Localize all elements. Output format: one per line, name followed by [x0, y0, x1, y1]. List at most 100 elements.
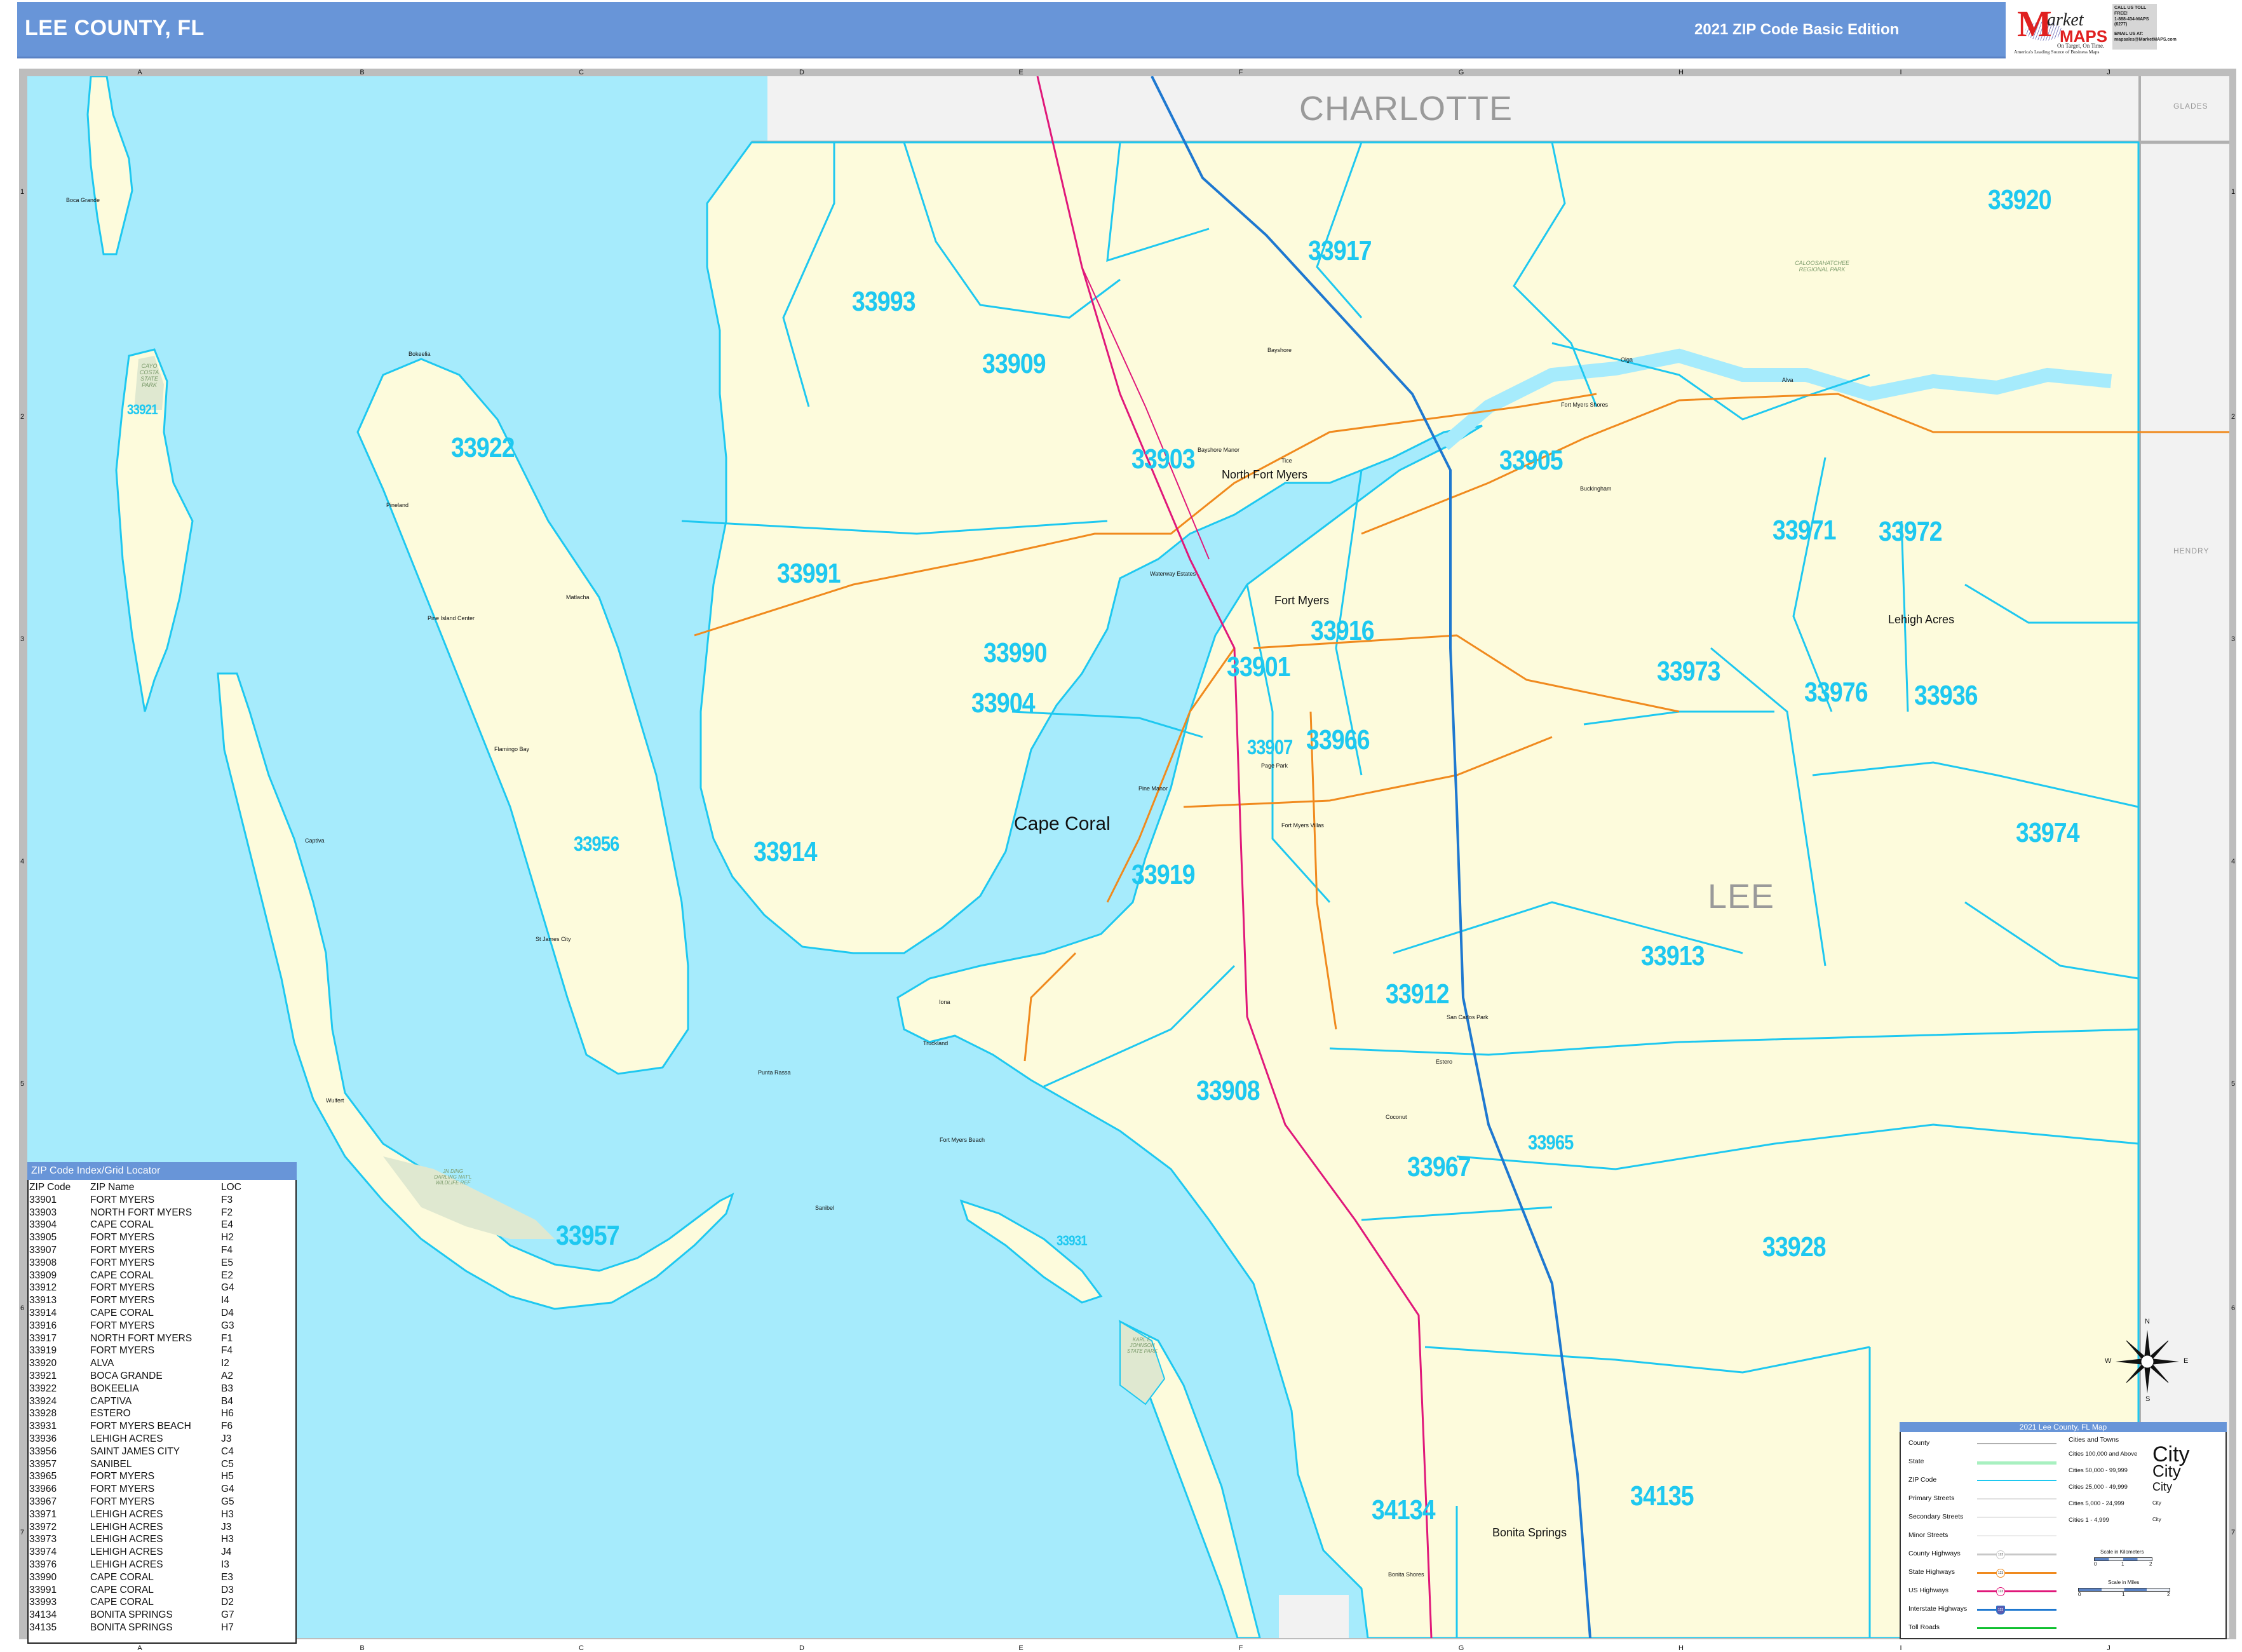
zip-label-33920[interactable]: 33920	[1988, 184, 2052, 216]
legend-label-county-highways: County Highways	[1908, 1550, 1961, 1557]
grid-row-2-left: 2	[20, 413, 25, 421]
zip-loc-cell: A2	[221, 1370, 233, 1381]
zip-code-cell: 33913	[29, 1295, 57, 1306]
legend-city-sample: City	[2152, 1517, 2161, 1522]
zip-label-33908[interactable]: 33908	[1196, 1075, 1260, 1107]
zip-label-33931[interactable]: 33931	[1057, 1233, 1088, 1249]
legend-label-minor-streets: Minor Streets	[1908, 1531, 1948, 1539]
zip-label-33914[interactable]: 33914	[753, 836, 818, 868]
zip-loc-cell: G4	[221, 1484, 234, 1495]
scale-mi-title: Scale in Miles	[2108, 1580, 2140, 1585]
zip-label-33912[interactable]: 33912	[1386, 978, 1450, 1010]
legend-label-toll-roads: Toll Roads	[1908, 1623, 1940, 1631]
contact-email: mapsales@MarketMAPS.com	[2114, 37, 2177, 42]
legend-label-zip-code: ZIP Code	[1908, 1476, 1937, 1484]
hendry-county-area	[2140, 142, 2229, 1638]
zip-loc-cell: G5	[221, 1496, 234, 1507]
zip-label-33993[interactable]: 33993	[852, 286, 916, 318]
zip-label-33904[interactable]: 33904	[971, 687, 1036, 719]
zip-label-33957[interactable]: 33957	[556, 1220, 620, 1252]
zip-label-33976[interactable]: 33976	[1804, 677, 1868, 708]
zip-label-33972[interactable]: 33972	[1879, 516, 1943, 548]
zip-label-33917[interactable]: 33917	[1308, 235, 1372, 267]
scale-mi-0: 0	[2078, 1592, 2081, 1597]
place-label-pine-island-center: Pine Island Center	[428, 615, 475, 621]
zip-name-cell: FORT MYERS	[90, 1282, 155, 1294]
place-label-bokeelia: Bokeelia	[409, 351, 431, 357]
zip-index-row: 33928 ESTERO H6	[29, 1407, 295, 1420]
zip-label-33905[interactable]: 33905	[1499, 445, 1563, 477]
pine-island	[356, 358, 689, 1075]
zip-label-33919[interactable]: 33919	[1131, 859, 1196, 891]
zip-index-table: ZIP Code ZIP Name LOC 33901 FORT MYERS F3 3…	[29, 1181, 295, 1634]
place-label-punta-rassa: Punta Rassa	[758, 1069, 791, 1076]
grid-col-G-top: G	[1458, 69, 1464, 76]
place-label-captiva: Captiva	[305, 837, 325, 844]
zip-index-row: 33919 FORT MYERS F4	[29, 1344, 295, 1357]
zip-label-33991[interactable]: 33991	[777, 558, 841, 590]
zip-name-cell: LEHIGH ACRES	[90, 1508, 163, 1520]
zip-label-33901[interactable]: 33901	[1227, 651, 1291, 683]
logo-tagline: On Target, On Time.	[2057, 43, 2105, 49]
county-label-glades: GLADES	[2173, 102, 2208, 111]
zip-loc-cell: F1	[221, 1332, 233, 1344]
zip-index-row: 33916 FORT MYERS G3	[29, 1320, 295, 1332]
zip-loc-cell: G4	[221, 1282, 234, 1294]
zip-index-row: 33971 LEHIGH ACRES H3	[29, 1508, 295, 1521]
zip-loc-cell: H6	[221, 1408, 234, 1419]
zip-index-row: 33965 FORT MYERS H5	[29, 1470, 295, 1483]
legend-city-sample: City	[2152, 1480, 2172, 1493]
zip-label-33956[interactable]: 33956	[574, 832, 619, 856]
legend-shield-icon: 123	[1996, 1587, 2005, 1596]
zip-label-33916[interactable]: 33916	[1311, 615, 1375, 647]
zip-label-33921[interactable]: 33921	[127, 402, 158, 418]
zip-name-cell: FORT MYERS	[90, 1320, 155, 1331]
park-label-karl-johnson: KARL E. JOHNSON STATE PARK	[1126, 1337, 1158, 1354]
zip-code-cell: 33976	[29, 1559, 57, 1570]
zip-index-row: 33909 CAPE CORAL E2	[29, 1269, 295, 1282]
legend-swatch-us-highways	[1977, 1590, 2056, 1592]
zip-name-cell: FORT MYERS	[90, 1257, 155, 1268]
place-label-tice: Tice	[1281, 457, 1292, 464]
zip-label-33965[interactable]: 33965	[1528, 1131, 1574, 1154]
zip-label-33973[interactable]: 33973	[1657, 656, 1721, 687]
zip-label-33990[interactable]: 33990	[983, 637, 1048, 669]
zip-label-33928[interactable]: 33928	[1762, 1231, 1827, 1263]
grid-row-6-right: 6	[2231, 1304, 2236, 1312]
zip-label-33913[interactable]: 33913	[1641, 940, 1705, 972]
grid-col-C-top: C	[579, 69, 584, 76]
place-label-alva: Alva	[1782, 377, 1793, 383]
zip-label-33909[interactable]: 33909	[982, 348, 1046, 380]
zip-index-row: 33990 CAPE CORAL E3	[29, 1571, 295, 1584]
place-label-buckingham: Buckingham	[1580, 485, 1612, 492]
zip-label-33903[interactable]: 33903	[1131, 443, 1196, 475]
zip-label-33907[interactable]: 33907	[1247, 736, 1293, 759]
grid-col-E-top: E	[1018, 69, 1023, 76]
place-label-cape-coral: Cape Coral	[1014, 813, 1111, 834]
zip-index-row: 33957 SANIBEL C5	[29, 1458, 295, 1471]
place-label-san-carlos-park: San Carlos Park	[1447, 1014, 1489, 1020]
zip-label-34134[interactable]: 34134	[1372, 1494, 1436, 1526]
zip-label-33974[interactable]: 33974	[2016, 817, 2080, 849]
zip-label-33966[interactable]: 33966	[1306, 724, 1370, 756]
place-label-page-park: Page Park	[1261, 762, 1288, 769]
zip-label-33971[interactable]: 33971	[1773, 515, 1837, 546]
zip-name-cell: FORT MYERS	[90, 1194, 155, 1205]
zip-name-cell: LEHIGH ACRES	[90, 1559, 163, 1570]
park-label-caloosahatchee: CALOOSAHATCHEE REGIONAL PARK	[1795, 260, 1849, 273]
place-label-boca-grande: Boca Grande	[66, 197, 100, 203]
zip-label-33922[interactable]: 33922	[451, 432, 515, 464]
zip-index-row: 33936 LEHIGH ACRES J3	[29, 1433, 295, 1446]
zip-loc-cell: C4	[221, 1446, 234, 1457]
zip-code-cell: 33914	[29, 1307, 57, 1318]
zip-code-cell: 33908	[29, 1257, 57, 1268]
map-canvas[interactable]: CHARLOTTE LEE GLADES HENDRY CAYO COSTA S…	[27, 76, 2229, 1638]
zip-label-34135[interactable]: 34135	[1630, 1480, 1694, 1512]
zip-loc-cell: E3	[221, 1571, 233, 1583]
contact-phone-label: CALL US TOLL FREE!	[2114, 6, 2147, 16]
zip-name-cell: CAPE CORAL	[90, 1584, 154, 1595]
grid-col-C-bottom: C	[579, 1644, 584, 1652]
zip-label-33967[interactable]: 33967	[1407, 1151, 1471, 1183]
zip-index-row: 33966 FORT MYERS G4	[29, 1483, 295, 1496]
zip-label-33936[interactable]: 33936	[1914, 680, 1978, 712]
